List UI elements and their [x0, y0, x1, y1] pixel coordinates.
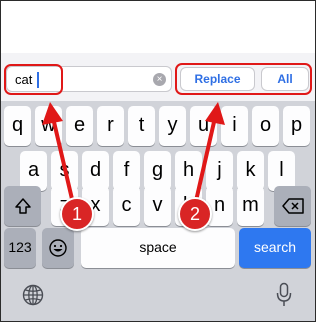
step-2-badge: 2: [178, 197, 212, 231]
annotation-arrows: [42, 102, 225, 203]
step-1-badge: 1: [60, 197, 94, 231]
screenshot-frame: cat × Replace All q w e r t y u i o p a …: [0, 0, 316, 322]
arrow-2: [194, 102, 225, 203]
arrow-1: [42, 102, 74, 201]
